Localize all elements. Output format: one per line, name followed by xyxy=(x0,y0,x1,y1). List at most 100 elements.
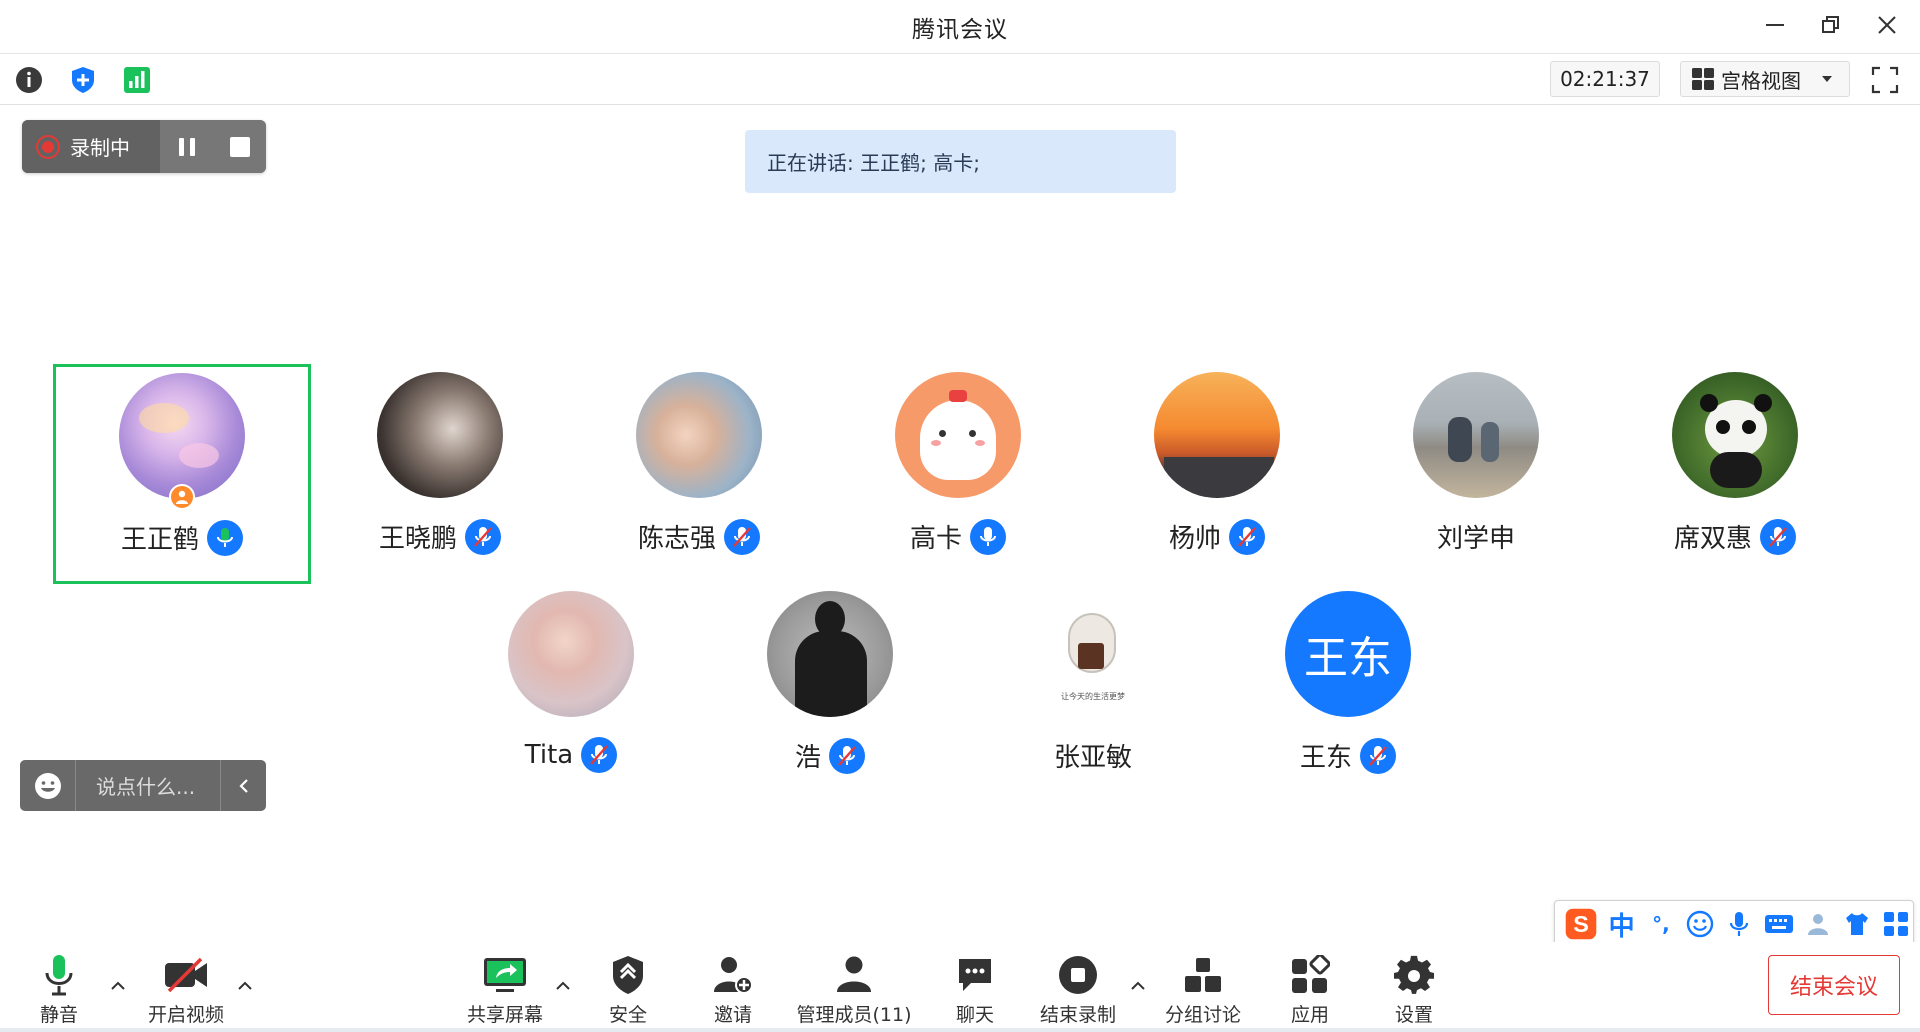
network-status-button[interactable] xyxy=(120,63,154,97)
host-badge-icon xyxy=(169,484,195,510)
invite-button[interactable]: 邀请 xyxy=(710,952,756,1030)
user-icon xyxy=(1807,914,1828,935)
chat-button[interactable]: 聊天 xyxy=(952,952,998,1030)
members-icon xyxy=(837,956,871,992)
participant-name: 刘学申 xyxy=(1436,524,1515,554)
chat-quick-input: 说点什么... xyxy=(20,760,266,811)
start-video-button[interactable]: 开启视频 xyxy=(145,952,227,1030)
meeting-info-button[interactable] xyxy=(12,63,46,97)
participant-tile[interactable]: Tita xyxy=(442,583,700,803)
security-status-button[interactable] xyxy=(66,63,100,97)
mic-muted-icon xyxy=(1760,518,1796,555)
participant-name: 陈志强 xyxy=(637,524,716,554)
chat-bubble-icon xyxy=(959,959,991,991)
avatar-caption: 让今天的生活更梦 xyxy=(1061,692,1125,701)
participant-name-row: 浩 xyxy=(795,737,865,774)
ime-keyboard-button[interactable] xyxy=(1762,906,1795,942)
tshirt-icon xyxy=(1846,913,1869,935)
recording-status-label: 录制中 xyxy=(70,136,130,160)
ime-voice-button[interactable] xyxy=(1723,906,1756,942)
participant-name-row: Tita xyxy=(525,737,618,773)
participant-tile[interactable]: 刘学申 xyxy=(1347,364,1605,584)
apps-icon xyxy=(1292,955,1330,993)
ime-punctuation-toggle[interactable]: °, xyxy=(1644,906,1677,942)
view-mode-button[interactable]: 宫格视图 xyxy=(1680,61,1850,97)
add-user-icon xyxy=(714,957,753,994)
ime-emoji-button[interactable] xyxy=(1684,906,1717,942)
chevron-up-icon xyxy=(1131,981,1145,990)
share-screen-label: 共享屏幕 xyxy=(466,1004,543,1026)
end-recording-button[interactable]: 结束录制 xyxy=(1037,952,1119,1030)
smiley-icon xyxy=(34,772,61,799)
restore-icon xyxy=(1822,16,1839,33)
restore-button[interactable] xyxy=(1816,10,1846,40)
avatar xyxy=(895,372,1021,498)
participant-tile[interactable]: 王东 王东 xyxy=(1219,583,1477,803)
apps-button[interactable]: 应用 xyxy=(1287,952,1333,1030)
recording-options-button[interactable] xyxy=(1126,974,1150,998)
share-screen-button[interactable]: 共享屏幕 xyxy=(464,952,546,1030)
minimize-icon xyxy=(1766,24,1784,26)
pause-recording-button[interactable] xyxy=(160,120,213,173)
ime-toolbar: S 中 °, xyxy=(1554,900,1914,948)
participant-tile[interactable]: 浩 xyxy=(701,583,959,803)
mic-muted-icon xyxy=(581,737,618,773)
participant-name-row: 王正鹤 xyxy=(121,519,243,556)
grid-apps-icon xyxy=(1884,912,1909,936)
ime-toolbox-button[interactable] xyxy=(1880,906,1913,942)
manage-members-button[interactable]: 管理成员(11) xyxy=(797,952,912,1030)
share-screen-icon xyxy=(484,958,526,992)
avatar xyxy=(767,591,893,717)
avatar xyxy=(1672,372,1798,498)
participant-tile[interactable]: 王晓鹏 xyxy=(311,364,569,584)
mute-button[interactable]: 静音 xyxy=(32,952,86,1030)
minimize-button[interactable] xyxy=(1760,10,1790,40)
audio-options-button[interactable] xyxy=(106,974,130,998)
mic-muted-icon xyxy=(724,518,760,555)
share-options-button[interactable] xyxy=(551,974,575,998)
ime-skin-button[interactable] xyxy=(1841,906,1874,942)
recording-status: 录制中 xyxy=(22,120,160,173)
bottom-divider xyxy=(0,1028,1920,1032)
participant-tile[interactable]: 杨帅 xyxy=(1088,364,1346,584)
participant-tile[interactable]: 王正鹤 xyxy=(53,364,311,584)
chevron-up-icon xyxy=(556,981,570,990)
chat-input-field[interactable]: 说点什么... xyxy=(76,771,220,800)
participant-tile[interactable]: 席双惠 xyxy=(1606,364,1864,584)
video-options-button[interactable] xyxy=(233,974,257,998)
avatar xyxy=(119,373,245,499)
participant-tile[interactable]: 高卡 xyxy=(829,364,1087,584)
meeting-window: 腾讯会议 02:21:37 宫格视图 录制中 正在讲话: 王正鹤; 高卡; 王正… xyxy=(0,0,1920,1032)
avatar xyxy=(1413,372,1539,498)
participant-name: 王东 xyxy=(1299,743,1352,773)
breakout-rooms-button[interactable]: 分组讨论 xyxy=(1162,952,1244,1030)
participant-tile[interactable]: 让今天的生活更梦 张亚敏 xyxy=(964,583,1222,803)
collapse-chat-button[interactable] xyxy=(220,760,266,811)
stop-recording-button[interactable] xyxy=(213,120,266,173)
ime-logo-button[interactable]: S xyxy=(1563,906,1599,942)
fullscreen-button[interactable] xyxy=(1868,63,1902,97)
ime-user-button[interactable] xyxy=(1801,906,1834,942)
close-icon xyxy=(1878,16,1896,34)
chat-label: 聊天 xyxy=(955,1004,994,1026)
info-icons xyxy=(12,63,154,97)
view-mode-label: 宫格视图 xyxy=(1721,68,1801,93)
emoji-button[interactable] xyxy=(20,760,76,811)
end-recording-label: 结束录制 xyxy=(1039,1004,1116,1026)
fullscreen-icon xyxy=(1871,66,1899,94)
avatar: 让今天的生活更梦 xyxy=(1030,591,1156,717)
participant-name-row: 杨帅 xyxy=(1169,518,1265,555)
participant-name-row: 张亚敏 xyxy=(1054,737,1132,774)
ime-language-toggle[interactable]: 中 xyxy=(1605,906,1638,942)
participant-tile[interactable]: 陈志强 xyxy=(570,364,828,584)
participant-name-row: 王东 xyxy=(1300,737,1396,774)
settings-button[interactable]: 设置 xyxy=(1391,952,1437,1030)
participant-name: 王晓鹏 xyxy=(378,524,457,554)
end-meeting-button[interactable]: 结束会议 xyxy=(1768,955,1900,1015)
close-button[interactable] xyxy=(1872,10,1902,40)
recording-dot-icon xyxy=(36,134,60,159)
security-shield-icon xyxy=(613,956,643,994)
security-button[interactable]: 安全 xyxy=(605,952,651,1030)
participant-name: 杨帅 xyxy=(1168,524,1221,554)
participant-name-row: 王晓鹏 xyxy=(379,518,501,555)
